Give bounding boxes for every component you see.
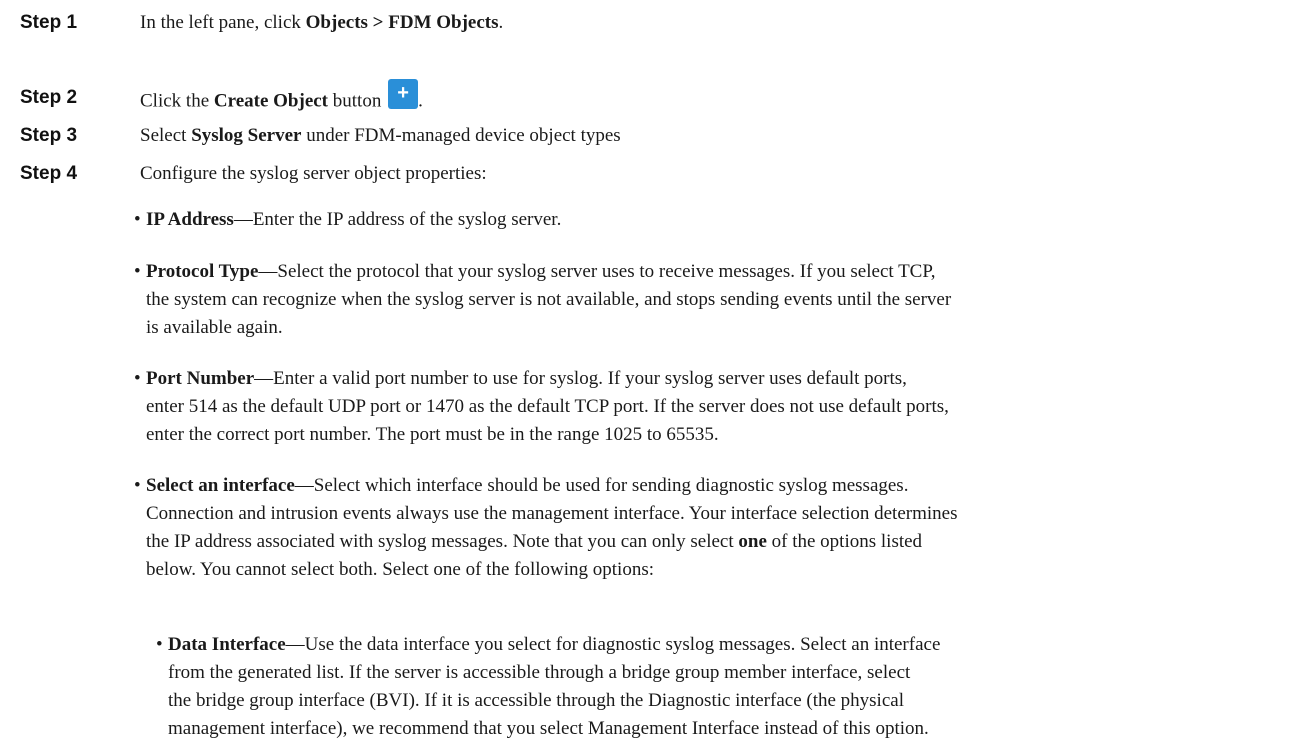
step-2-label: Step 2 [20, 87, 78, 108]
bullet-text-part: of the options listed [766, 531, 923, 552]
bullet-text-line: from the generated list. If the server i… [168, 662, 911, 683]
list-item-select-interface: • Select an interface—Select which inter… [134, 473, 1306, 583]
bullet-text: —Enter a valid port number to use for sy… [254, 368, 907, 389]
bullet-text-line: the system can recognize when the syslog… [146, 289, 952, 310]
bullet-text-line: the bridge group interface (BVI). If it … [168, 690, 904, 711]
list-item-port-number: • Port Number—Enter a valid port number … [134, 366, 1306, 448]
bullet-text: —Use the data interface you select for d… [285, 634, 941, 655]
bullet-text: —Select which interface should be used f… [294, 475, 909, 496]
bullet-dot: • [134, 368, 141, 389]
bullet-dot: • [134, 261, 141, 282]
bullet-emphasis: one [738, 531, 767, 552]
property-list: • IP Address—Enter the IP address of the… [130, 0, 1300, 756]
bullet-dot: • [134, 209, 141, 230]
bullet-text: —Select the protocol that your syslog se… [258, 261, 936, 282]
bullet-text-line: management interface), we recommend that… [168, 718, 929, 739]
step-4-label: Step 4 [20, 163, 78, 184]
bullet-text-line: is available again. [146, 317, 283, 338]
bullet-text-line: enter 514 as the default UDP port or 147… [146, 396, 949, 417]
bullet-text: —Enter the IP address of the syslog serv… [233, 209, 562, 230]
bullet-text-line: below. You cannot select both. Select on… [146, 559, 654, 580]
bullet-term: Protocol Type [146, 261, 259, 282]
list-item-ip-address: • IP Address—Enter the IP address of the… [134, 207, 1306, 233]
bullet-term: Select an interface [146, 475, 295, 496]
bullet-text-line: enter the correct port number. The port … [146, 424, 719, 445]
bullet-term: Data Interface [168, 634, 286, 655]
step-3-label: Step 3 [20, 125, 78, 146]
sub-list-item-data-interface: • Data Interface—Use the data interface … [156, 632, 1307, 742]
step-1-label: Step 1 [20, 12, 78, 33]
bullet-term: Port Number [146, 368, 255, 389]
list-item-protocol-type: • Protocol Type—Select the protocol that… [134, 259, 1306, 341]
bullet-text-line: Connection and intrusion events always u… [146, 503, 958, 524]
bullet-text-line: the IP address associated with syslog me… [146, 529, 1306, 555]
bullet-dot: • [134, 475, 141, 496]
bullet-text-part: the IP address associated with syslog me… [146, 531, 739, 552]
bullet-term: IP Address [146, 209, 234, 230]
bullet-dot: • [156, 634, 163, 655]
